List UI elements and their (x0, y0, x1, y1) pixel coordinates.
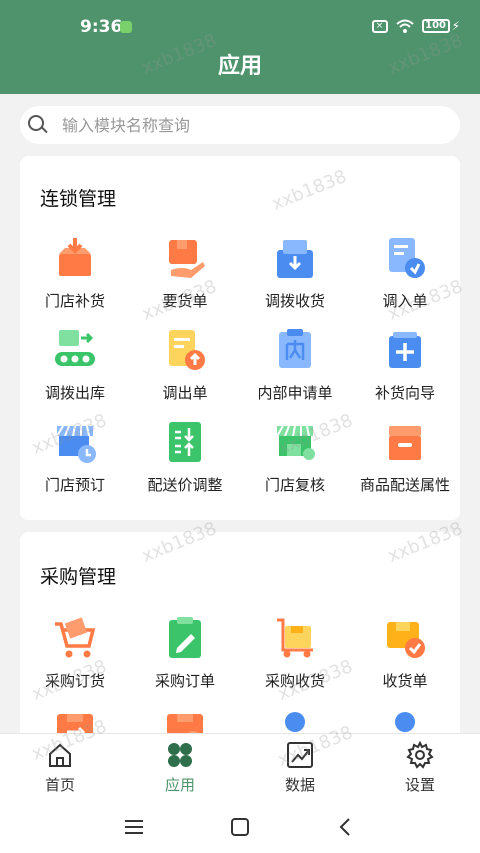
module-label: 内部申请单 (257, 384, 333, 402)
nav-label: 数据 (284, 776, 315, 794)
gear-icon (406, 740, 434, 769)
replenish-guide-icon (389, 332, 421, 368)
nav-item-gear[interactable]: 设置 (360, 734, 480, 803)
notification-icon (120, 21, 132, 33)
module-tile-purchase-order[interactable]: 采购订单 (130, 612, 240, 696)
store-replenish-icon (59, 238, 91, 276)
module-tile-store-booking[interactable]: 门店预订 (20, 416, 130, 500)
battery-icon: 100 ⚡ (421, 19, 460, 33)
module-label: 门店补货 (44, 292, 105, 310)
module-label: 收货单 (382, 672, 428, 690)
nav-item-apps[interactable]: 应用 (120, 734, 240, 803)
nav-label: 首页 (44, 776, 75, 794)
status-indicators: × 100 ⚡ (371, 19, 460, 33)
module-label: 门店复核 (264, 476, 325, 494)
battery-level: 100 (421, 19, 450, 33)
module-tile-receipt[interactable]: 收货单 (350, 612, 460, 696)
module-tile-store-review[interactable]: 门店复核 (240, 416, 350, 500)
purchase-order-cart-icon (55, 617, 96, 658)
page-title: 应用 (217, 54, 262, 79)
internal-request-icon (279, 329, 311, 368)
transfer-receive-icon (277, 240, 313, 278)
delivery-price-icon (169, 422, 201, 462)
module-tile-delivery-attr[interactable]: 商品配送属性 (350, 416, 460, 500)
purchase-order-icon (169, 617, 201, 658)
module-label: 要货单 (162, 292, 208, 310)
transfer-out-order-icon (169, 330, 205, 370)
module-label: 调拨收货 (264, 292, 325, 310)
module-grid: 门店补货 要货单 调拨收货 调入单调拨出库 调出单 内部申请单 补货向导门店预订 配送价调整 门… (20, 232, 460, 500)
module-tile-transfer-in[interactable]: 调入单 (350, 232, 460, 316)
search-input[interactable] (62, 115, 422, 135)
purchase-management-card: 采购管理 采购订货 采购订单 采购收货 收货单 (20, 532, 460, 752)
delivery-attr-icon (389, 426, 421, 460)
module-tile-transfer-receive[interactable]: 调拨收货 (240, 232, 350, 316)
search-bar[interactable] (20, 106, 460, 144)
charging-icon: ⚡ (451, 19, 460, 33)
module-label: 调拨出库 (44, 384, 105, 402)
wifi-icon (395, 19, 414, 33)
status-bar: 9:36 × 100 ⚡ (0, 0, 480, 46)
module-grid: 采购订货 采购订单 采购收货 收货单 (20, 612, 460, 752)
module-label: 采购订货 (44, 672, 105, 690)
module-tile-store-replenish[interactable]: 门店补货 (20, 232, 130, 316)
receipt-icon (387, 622, 425, 658)
back-icon[interactable] (334, 815, 358, 839)
module-tile-replenish-guide[interactable]: 补货向导 (350, 324, 460, 408)
apps-icon (168, 743, 192, 767)
nav-label: 设置 (404, 776, 435, 794)
module-tile-delivery-price[interactable]: 配送价调整 (130, 416, 240, 500)
section-title: 连锁管理 (40, 188, 117, 210)
system-navigation-bar (0, 803, 480, 853)
store-review-icon (276, 425, 315, 460)
transfer-out-icon (55, 330, 95, 366)
module-tile-transfer-out-order[interactable]: 调出单 (130, 324, 240, 408)
module-label: 配送价调整 (147, 476, 223, 494)
no-sim-icon: × (371, 19, 388, 33)
nav-item-home[interactable]: 首页 (0, 734, 120, 803)
menu-icon[interactable] (122, 815, 146, 839)
store-booking-icon (56, 425, 96, 463)
home-button-icon[interactable] (228, 815, 252, 839)
transfer-in-icon (389, 238, 425, 278)
nav-item-chart[interactable]: 数据 (240, 734, 360, 803)
module-label: 门店预订 (44, 476, 105, 494)
nav-label: 应用 (164, 776, 195, 794)
request-order-icon (169, 240, 205, 278)
module-tile-request-order[interactable]: 要货单 (130, 232, 240, 316)
purchase-receive-icon (277, 618, 313, 658)
search-icon (28, 115, 48, 135)
module-label: 采购收货 (264, 672, 325, 690)
chain-management-card: 连锁管理 门店补货 要货单 调拨收货 调入单调拨出库 调出单 内部申请单 补货向导门店预订 配… (20, 156, 460, 520)
module-tile-purchase-order-cart[interactable]: 采购订货 (20, 612, 130, 696)
module-tile-purchase-receive[interactable]: 采购收货 (240, 612, 350, 696)
module-label: 调出单 (162, 384, 208, 402)
module-label: 商品配送属性 (359, 476, 450, 494)
module-tile-transfer-out[interactable]: 调拨出库 (20, 324, 130, 408)
module-label: 补货向导 (374, 384, 435, 402)
home-icon (49, 743, 71, 767)
bottom-navigation: 首页 应用 数据 设置 (0, 733, 480, 803)
module-label: 调入单 (382, 292, 428, 310)
module-tile-internal-request[interactable]: 内部申请单 (240, 324, 350, 408)
module-label: 采购订单 (154, 672, 215, 690)
app-bar: 应用 (0, 46, 480, 94)
section-title: 采购管理 (40, 566, 117, 588)
chart-icon (287, 742, 313, 768)
status-time: 9:36 (80, 17, 123, 37)
